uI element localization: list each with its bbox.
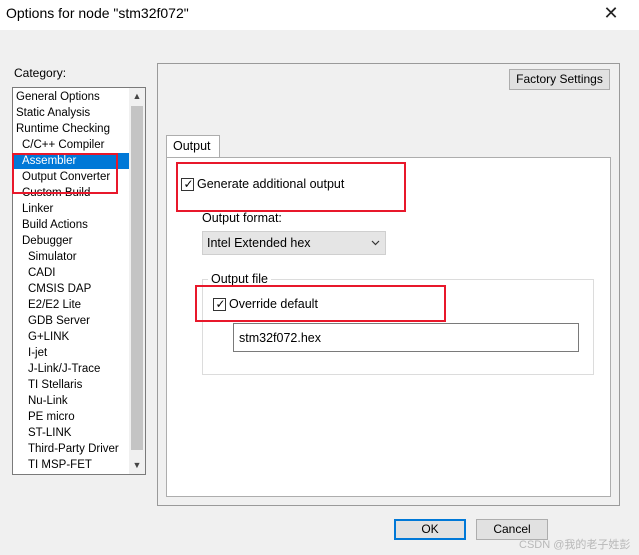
category-item[interactable]: Third-Party Driver bbox=[14, 441, 131, 457]
ok-button[interactable]: OK bbox=[394, 519, 466, 540]
checkmark-icon: ✓ bbox=[183, 177, 194, 191]
category-item[interactable]: Nu-Link bbox=[14, 393, 131, 409]
output-file-group-label: Output file bbox=[208, 272, 271, 286]
category-scrollbar[interactable]: ▲ ▼ bbox=[129, 88, 145, 474]
category-item[interactable]: G+LINK bbox=[14, 329, 131, 345]
category-items: General Options Static Analysis Runtime Ch… bbox=[14, 89, 131, 473]
category-item[interactable]: C/C++ Compiler bbox=[14, 137, 131, 153]
factory-settings-button[interactable]: Factory Settings bbox=[509, 69, 610, 90]
category-item[interactable]: GDB Server bbox=[14, 313, 131, 329]
chevron-down-icon bbox=[371, 240, 380, 246]
scroll-up-icon[interactable]: ▲ bbox=[129, 88, 145, 105]
category-item[interactable]: CADI bbox=[14, 265, 131, 281]
output-filename-input[interactable] bbox=[233, 323, 579, 352]
scroll-thumb[interactable] bbox=[131, 106, 143, 450]
generate-output-label: Generate additional output bbox=[197, 177, 345, 191]
close-icon[interactable]: ✕ bbox=[596, 0, 626, 26]
category-item[interactable]: ST-LINK bbox=[14, 425, 131, 441]
category-item[interactable]: Output Converter bbox=[14, 169, 131, 185]
category-item[interactable]: E2/E2 Lite bbox=[14, 297, 131, 313]
title-bar: Options for node "stm32f072" ✕ bbox=[0, 0, 639, 30]
category-item[interactable]: TI MSP-FET bbox=[14, 457, 131, 473]
category-item[interactable]: I-jet bbox=[14, 345, 131, 361]
category-item[interactable]: Build Actions bbox=[14, 217, 131, 233]
category-list[interactable]: General Options Static Analysis Runtime Ch… bbox=[12, 87, 146, 475]
category-item[interactable]: Static Analysis bbox=[14, 105, 131, 121]
output-format-label: Output format: bbox=[202, 211, 282, 225]
watermark: CSDN @我的老子姓彭 bbox=[519, 539, 631, 551]
category-item[interactable]: Simulator bbox=[14, 249, 131, 265]
category-item[interactable]: Debugger bbox=[14, 233, 131, 249]
output-format-value: Intel Extended hex bbox=[207, 236, 311, 250]
override-default-checkbox[interactable]: ✓ bbox=[213, 297, 226, 311]
window-title: Options for node "stm32f072" bbox=[6, 5, 189, 21]
output-format-select[interactable]: Intel Extended hex bbox=[202, 231, 386, 255]
category-label: Category: bbox=[14, 66, 67, 80]
category-item[interactable]: PE micro bbox=[14, 409, 131, 425]
category-item[interactable]: General Options bbox=[14, 89, 131, 105]
category-item[interactable]: CMSIS DAP bbox=[14, 281, 131, 297]
category-item[interactable]: TI Stellaris bbox=[14, 377, 131, 393]
tab-output[interactable]: Output bbox=[166, 135, 220, 158]
category-item[interactable]: Assembler bbox=[14, 153, 131, 169]
checkmark-icon: ✓ bbox=[215, 297, 226, 311]
category-item[interactable]: J-Link/J-Trace bbox=[14, 361, 131, 377]
category-item[interactable]: Linker bbox=[14, 201, 131, 217]
category-item[interactable]: Custom Build bbox=[14, 185, 131, 201]
generate-output-checkbox[interactable]: ✓ bbox=[181, 177, 194, 191]
scroll-down-icon[interactable]: ▼ bbox=[129, 457, 145, 474]
override-default-label: Override default bbox=[229, 297, 318, 311]
category-item[interactable]: Runtime Checking bbox=[14, 121, 131, 137]
